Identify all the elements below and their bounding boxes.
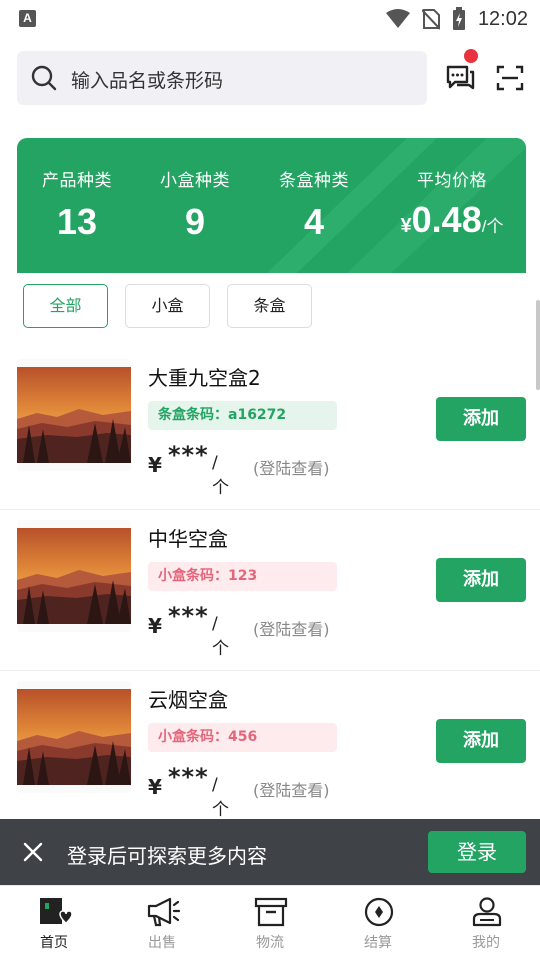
barcode-badge: 小盒条码：456 [148, 723, 337, 752]
barcode-badge: 小盒条码：123 [148, 562, 337, 591]
message-icon[interactable] [445, 64, 475, 92]
archive-box-icon [254, 897, 288, 927]
user-icon [472, 897, 502, 927]
notification-app-icon: A [19, 10, 36, 27]
add-button[interactable]: 添加 [436, 719, 526, 763]
price-unit: /个 [212, 775, 229, 820]
filter-tabs: 全部 小盒 条盒 [0, 273, 540, 349]
tab-home[interactable]: 首页 [0, 886, 108, 960]
currency-symbol: ¥ [148, 614, 162, 638]
search-icon [31, 65, 57, 91]
tab-label: 出售 [148, 935, 176, 951]
price-mask: *** [168, 602, 209, 630]
tab-label: 我的 [472, 935, 500, 951]
tab-logistics[interactable]: 物流 [216, 886, 324, 960]
clock: 12:02 [477, 7, 528, 30]
filter-tab-carton[interactable]: 条盒 [227, 284, 312, 328]
add-button[interactable]: 添加 [436, 397, 526, 441]
coin-icon [364, 897, 394, 927]
price-unit: /个 [212, 614, 229, 659]
product-title: 中华空盒 [148, 527, 228, 551]
stat-label: 平均价格 [417, 171, 487, 191]
scan-icon[interactable] [496, 65, 524, 91]
tab-label: 首页 [40, 935, 68, 951]
login-to-view-hint: (登陆查看) [253, 459, 330, 478]
tab-mine[interactable]: 我的 [432, 886, 540, 960]
product-image [17, 681, 131, 793]
product-item-3[interactable]: 云烟空盒 小盒条码：456 ¥ *** /个 (登陆查看) 添加 [0, 671, 540, 832]
filter-tab-all[interactable]: 全部 [23, 284, 108, 328]
stats-card: 产品种类 13 小盒种类 9 条盒种类 4 平均价格 ¥0.48/个 [17, 138, 526, 273]
currency-symbol: ¥ [400, 215, 412, 237]
stat-small-box-types: 小盒种类 9 [135, 166, 255, 243]
product-image [17, 359, 131, 471]
wifi-icon [385, 9, 410, 28]
login-to-view-hint: (登陆查看) [253, 620, 330, 639]
header: 输入品名或条形码 [0, 38, 540, 120]
currency-symbol: ¥ [148, 453, 162, 477]
status-bar: A 12:02 [0, 0, 540, 38]
tab-sell[interactable]: 出售 [108, 886, 216, 960]
battery-charging-icon [452, 7, 465, 30]
login-banner-text: 登录后可探索更多内容 [67, 844, 267, 868]
no-sim-icon [421, 9, 440, 30]
product-item-1[interactable]: 大重九空盒2 条盒条码：a16272 ¥ *** /个 (登陆查看) 添加 [0, 349, 540, 510]
message-badge [464, 49, 478, 63]
stat-product-types: 产品种类 13 [17, 166, 137, 243]
currency-symbol: ¥ [148, 775, 162, 799]
filter-tab-small-box[interactable]: 小盒 [125, 284, 210, 328]
price-mask: *** [168, 441, 209, 469]
stat-carton-types: 条盒种类 4 [254, 166, 374, 243]
product-list: 大重九空盒2 条盒条码：a16272 ¥ *** /个 (登陆查看) 添加 中华… [0, 349, 540, 832]
stat-value: 9 [184, 201, 206, 242]
megaphone-icon [147, 897, 180, 927]
stat-label: 小盒种类 [160, 171, 230, 191]
login-banner: 登录后可探索更多内容 登录 [0, 819, 540, 885]
stat-value: 4 [303, 201, 325, 242]
tab-settlement[interactable]: 结算 [324, 886, 432, 960]
login-to-view-hint: (登陆查看) [253, 781, 330, 800]
search-input[interactable]: 输入品名或条形码 [17, 51, 427, 105]
stat-unit: /个 [481, 217, 504, 236]
bottom-tab-bar: 首页 出售 物流 结算 我的 [0, 885, 540, 960]
status-icons: 12:02 [385, 6, 528, 32]
price-unit: /个 [212, 453, 229, 498]
stat-value: 13 [56, 201, 98, 242]
product-item-2[interactable]: 中华空盒 小盒条码：123 ¥ *** /个 (登陆查看) 添加 [0, 510, 540, 671]
stat-price: ¥0.48/个 [377, 199, 526, 241]
tab-label: 结算 [364, 935, 392, 951]
barcode-badge: 条盒条码：a16272 [148, 401, 337, 430]
tab-label: 物流 [256, 935, 284, 951]
stats-section: 产品种类 13 小盒种类 9 条盒种类 4 平均价格 ¥0.48/个 [0, 120, 540, 273]
stat-label: 产品种类 [42, 171, 112, 191]
product-title: 大重九空盒2 [148, 366, 261, 390]
search-placeholder: 输入品名或条形码 [71, 70, 224, 92]
product-image [17, 520, 131, 632]
login-button[interactable]: 登录 [428, 831, 526, 873]
scrollbar[interactable] [536, 300, 540, 390]
home-shop-icon [40, 898, 72, 925]
close-icon[interactable] [23, 842, 43, 862]
add-button[interactable]: 添加 [436, 558, 526, 602]
price-mask: *** [168, 763, 209, 791]
product-title: 云烟空盒 [148, 688, 228, 712]
stat-average-price: 平均价格 ¥0.48/个 [377, 166, 526, 241]
stat-label: 条盒种类 [279, 171, 349, 191]
stat-value: 0.48 [411, 199, 482, 240]
